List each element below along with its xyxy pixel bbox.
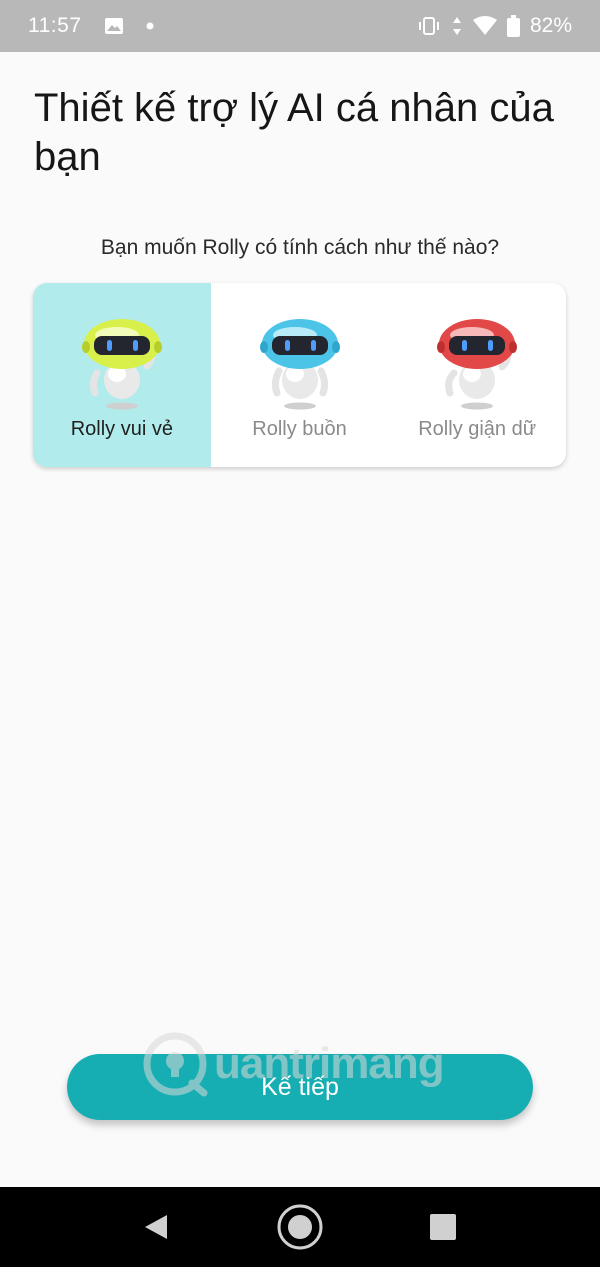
back-icon[interactable] (143, 1213, 169, 1241)
data-arrows-icon (452, 17, 461, 35)
next-button[interactable]: Kế tiếp (67, 1054, 533, 1120)
personality-option-sad[interactable]: Rolly buồn (211, 283, 389, 467)
dot-icon (146, 22, 153, 30)
wifi-icon (472, 16, 497, 35)
status-bar: 11:57 82% (0, 0, 600, 52)
robot-happy-icon (82, 319, 162, 410)
image-icon (104, 18, 123, 34)
personality-label: Rolly buồn (252, 418, 347, 440)
personality-selector: Rolly vui vẻ Rolly buồn Rolly giận dữ (33, 283, 566, 467)
personality-label: Rolly vui vẻ (70, 418, 173, 440)
home-icon[interactable] (276, 1203, 324, 1251)
battery-percent: 82% (529, 14, 572, 37)
personality-option-angry[interactable]: Rolly giận dữ (388, 283, 566, 467)
page-title: Thiết kế trợ lý AI cá nhân của bạn (34, 86, 554, 179)
personality-question: Bạn muốn Rolly có tính cách như thế nào? (100, 236, 500, 259)
battery-icon (506, 15, 520, 37)
recents-icon[interactable] (430, 1214, 456, 1240)
vibrate-icon (418, 17, 439, 35)
personality-option-happy[interactable]: Rolly vui vẻ (33, 283, 211, 467)
personality-label: Rolly giận dữ (418, 418, 537, 440)
robot-sad-icon (259, 319, 340, 410)
status-time: 11:57 (28, 14, 82, 37)
robot-angry-icon (437, 319, 518, 410)
